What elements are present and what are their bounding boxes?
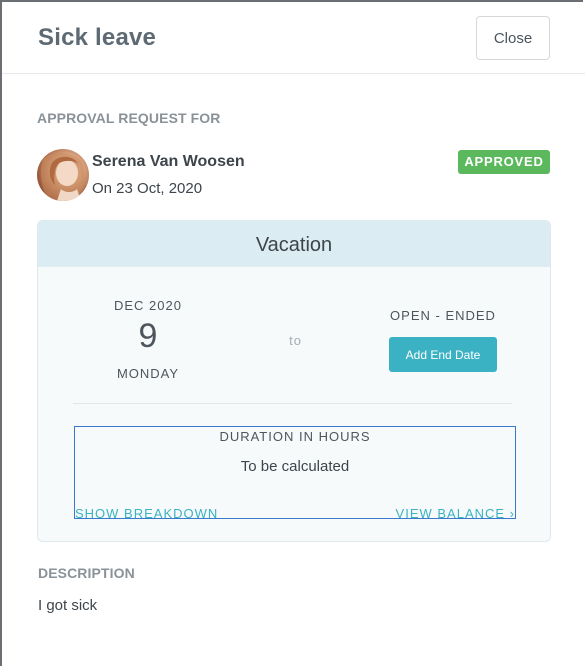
view-balance-link[interactable]: VIEW BALANCE › (396, 506, 515, 521)
start-month: DEC 2020 (114, 298, 182, 313)
start-day: 9 (138, 317, 158, 355)
panel-header: Sick leave Close (2, 2, 585, 74)
approval-request-label: APPROVAL REQUEST FOR (37, 110, 221, 126)
card-divider (73, 403, 512, 404)
sick-leave-panel: Sick leave Close APPROVAL REQUEST FOR Se… (0, 0, 585, 666)
user-photo-icon (41, 153, 85, 201)
leave-type-title: Vacation (38, 221, 550, 267)
description-text: I got sick (38, 597, 98, 614)
start-weekday: MONDAY (116, 366, 180, 381)
description-label: DESCRIPTION (38, 565, 135, 581)
page-title: Sick leave (38, 24, 157, 51)
show-breakdown-link[interactable]: SHOW BREAKDOWN (75, 506, 218, 521)
avatar (37, 149, 89, 201)
duration-label: DURATION IN HOURS (219, 429, 371, 444)
end-date-label: OPEN - ENDED (390, 308, 496, 323)
leave-card: Vacation DEC 2020 9 MONDAY to OPEN - END… (37, 220, 551, 542)
to-label: to (289, 333, 302, 348)
duration-value: To be calculated (240, 458, 350, 475)
close-button[interactable]: Close (476, 16, 550, 60)
duration-section: DURATION IN HOURS To be calculated SHOW … (74, 426, 516, 521)
status-badge: APPROVED (458, 150, 550, 174)
add-end-date-button[interactable]: Add End Date (389, 337, 497, 372)
request-date: On 23 Oct, 2020 (92, 180, 203, 197)
requester-name: Serena Van Woosen (92, 153, 245, 170)
